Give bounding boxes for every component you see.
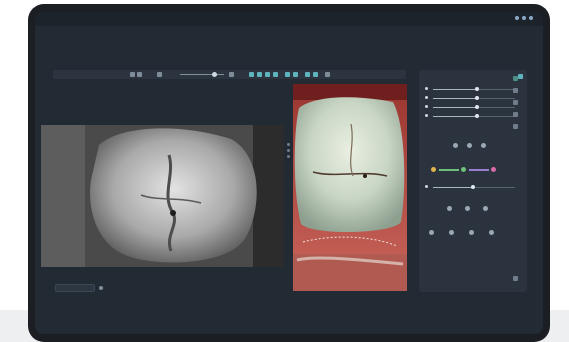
top-bar: [35, 12, 543, 26]
color-dot-green[interactable]: [461, 167, 466, 172]
export-icon[interactable]: [513, 124, 518, 129]
grid-icon[interactable]: [265, 72, 270, 77]
footer-button[interactable]: [55, 284, 95, 292]
color-track-purple: [469, 169, 489, 171]
tablet-device: [28, 4, 550, 342]
right-rail: [513, 76, 519, 286]
rotate-icon[interactable]: [249, 72, 254, 77]
color-dot-yellow[interactable]: [431, 167, 436, 172]
zoom-slider-handle[interactable]: [212, 72, 217, 77]
adjustments-panel: [419, 70, 527, 292]
eraser-icon[interactable]: [489, 230, 494, 235]
color-filter-row[interactable]: [431, 166, 503, 174]
info-icon[interactable]: [513, 100, 518, 105]
contrast-icon[interactable]: [293, 72, 298, 77]
slider-opacity[interactable]: [425, 184, 515, 190]
slider-gamma[interactable]: [425, 104, 515, 110]
slider-fill: [433, 98, 477, 99]
slider-fill: [433, 187, 473, 188]
text-icon[interactable]: [313, 72, 318, 77]
rotate-left-icon[interactable]: [453, 143, 458, 148]
view-tool-strip: [286, 140, 291, 170]
footer-indicator-icon: [99, 286, 103, 290]
slider-fill: [433, 116, 477, 117]
tooth-photo-graphic: [293, 84, 407, 291]
tool-a-icon[interactable]: [447, 206, 452, 211]
share-icon[interactable]: [513, 112, 518, 117]
brightness-icon[interactable]: [285, 72, 290, 77]
color-dot-pink[interactable]: [491, 167, 496, 172]
minimize-icon[interactable]: [515, 16, 519, 20]
pen-icon[interactable]: [305, 72, 310, 77]
tool-c-icon[interactable]: [483, 206, 488, 211]
fit-icon[interactable]: [287, 155, 290, 158]
measure-icon[interactable]: [273, 72, 278, 77]
sharpness-icon: [425, 114, 428, 117]
slider-handle[interactable]: [471, 185, 475, 189]
layers-icon[interactable]: [513, 76, 518, 81]
history-icon[interactable]: [513, 88, 518, 93]
slider-contrast[interactable]: [425, 95, 515, 101]
brightness-icon: [425, 87, 428, 90]
swap-icon[interactable]: [287, 149, 290, 152]
slider-brightness[interactable]: [425, 86, 515, 92]
help-icon[interactable]: [513, 276, 518, 281]
zoom-slider[interactable]: [180, 74, 224, 75]
slider-fill: [433, 89, 477, 90]
slider-sharpness[interactable]: [425, 113, 515, 119]
opacity-icon: [425, 185, 428, 188]
flip-icon[interactable]: [257, 72, 262, 77]
redo-icon[interactable]: [137, 72, 142, 77]
gamma-icon: [425, 105, 428, 108]
slider-handle[interactable]: [475, 87, 479, 91]
contrast-icon: [425, 96, 428, 99]
slider-handle[interactable]: [475, 96, 479, 100]
close-icon[interactable]: [529, 16, 533, 20]
slider-handle[interactable]: [475, 114, 479, 118]
maximize-icon[interactable]: [522, 16, 526, 20]
arrow-icon[interactable]: [449, 230, 454, 235]
xray-tooth-graphic: [41, 125, 284, 267]
slider-fill: [433, 107, 477, 108]
annotate-icon[interactable]: [429, 230, 434, 235]
intraoral-photo[interactable]: [293, 84, 407, 291]
undo-icon[interactable]: [130, 72, 135, 77]
rotate-right-icon[interactable]: [481, 143, 486, 148]
slider-handle[interactable]: [475, 105, 479, 109]
image-toolbar: [53, 70, 406, 79]
app-screen: [35, 12, 543, 334]
window-controls[interactable]: [515, 16, 533, 20]
reset-icon[interactable]: [467, 143, 472, 148]
circle-icon[interactable]: [469, 230, 474, 235]
settings-icon[interactable]: [325, 72, 330, 77]
xray-image[interactable]: [41, 125, 284, 267]
zoom-out-icon[interactable]: [157, 72, 162, 77]
expand-icon[interactable]: [287, 143, 290, 146]
tool-b-icon[interactable]: [465, 206, 470, 211]
zoom-in-icon[interactable]: [229, 72, 234, 77]
color-track-green: [439, 169, 459, 171]
